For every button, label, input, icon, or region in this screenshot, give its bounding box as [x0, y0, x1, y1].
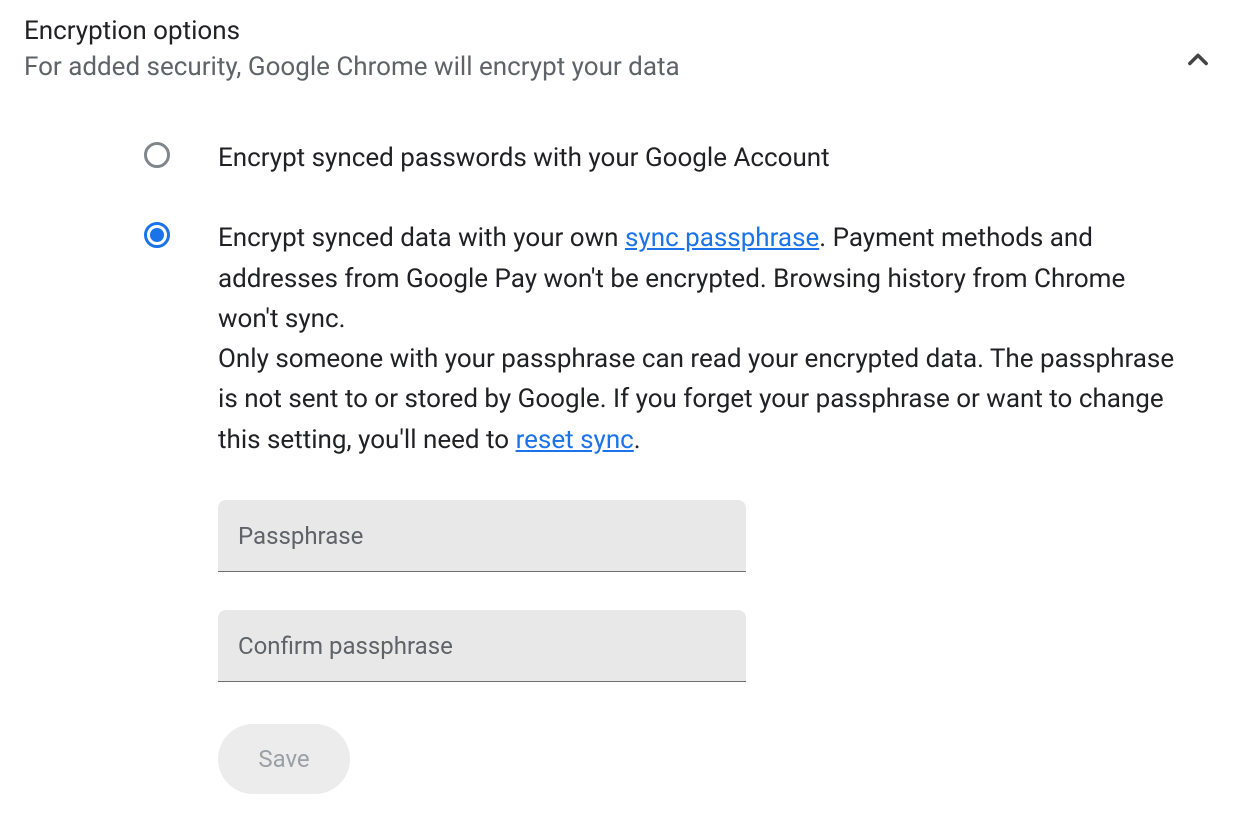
confirm-passphrase-input[interactable] — [218, 610, 746, 682]
radio-unselected-icon — [144, 142, 170, 168]
reset-sync-link[interactable]: reset sync — [516, 425, 634, 455]
option-text: . — [634, 425, 641, 455]
option-encrypt-google-account[interactable]: Encrypt synced passwords with your Googl… — [144, 138, 1218, 178]
radio-group: Encrypt synced passwords with your Googl… — [24, 138, 1218, 460]
section-title: Encryption options — [24, 16, 1174, 46]
section-subtitle: For added security, Google Chrome will e… — [24, 52, 1174, 82]
encryption-options-panel: Encryption options For added security, G… — [0, 0, 1242, 818]
section-header: Encryption options For added security, G… — [24, 16, 1218, 84]
option-label: Encrypt synced passwords with your Googl… — [218, 138, 1183, 178]
passphrase-input[interactable] — [218, 500, 746, 572]
option-label: Encrypt synced data with your own sync p… — [218, 218, 1183, 460]
option-encrypt-own-passphrase[interactable]: Encrypt synced data with your own sync p… — [144, 218, 1218, 460]
sync-passphrase-link[interactable]: sync passphrase — [625, 223, 819, 253]
chevron-up-icon — [1184, 46, 1212, 74]
passphrase-fields: Save — [24, 500, 1218, 794]
option-text: Encrypt synced data with your own — [218, 223, 625, 253]
save-button[interactable]: Save — [218, 724, 350, 794]
header-text: Encryption options For added security, G… — [24, 16, 1174, 82]
radio-selected-icon — [144, 222, 170, 248]
option-text: Only someone with your passphrase can re… — [218, 344, 1174, 455]
collapse-toggle[interactable] — [1174, 36, 1222, 84]
